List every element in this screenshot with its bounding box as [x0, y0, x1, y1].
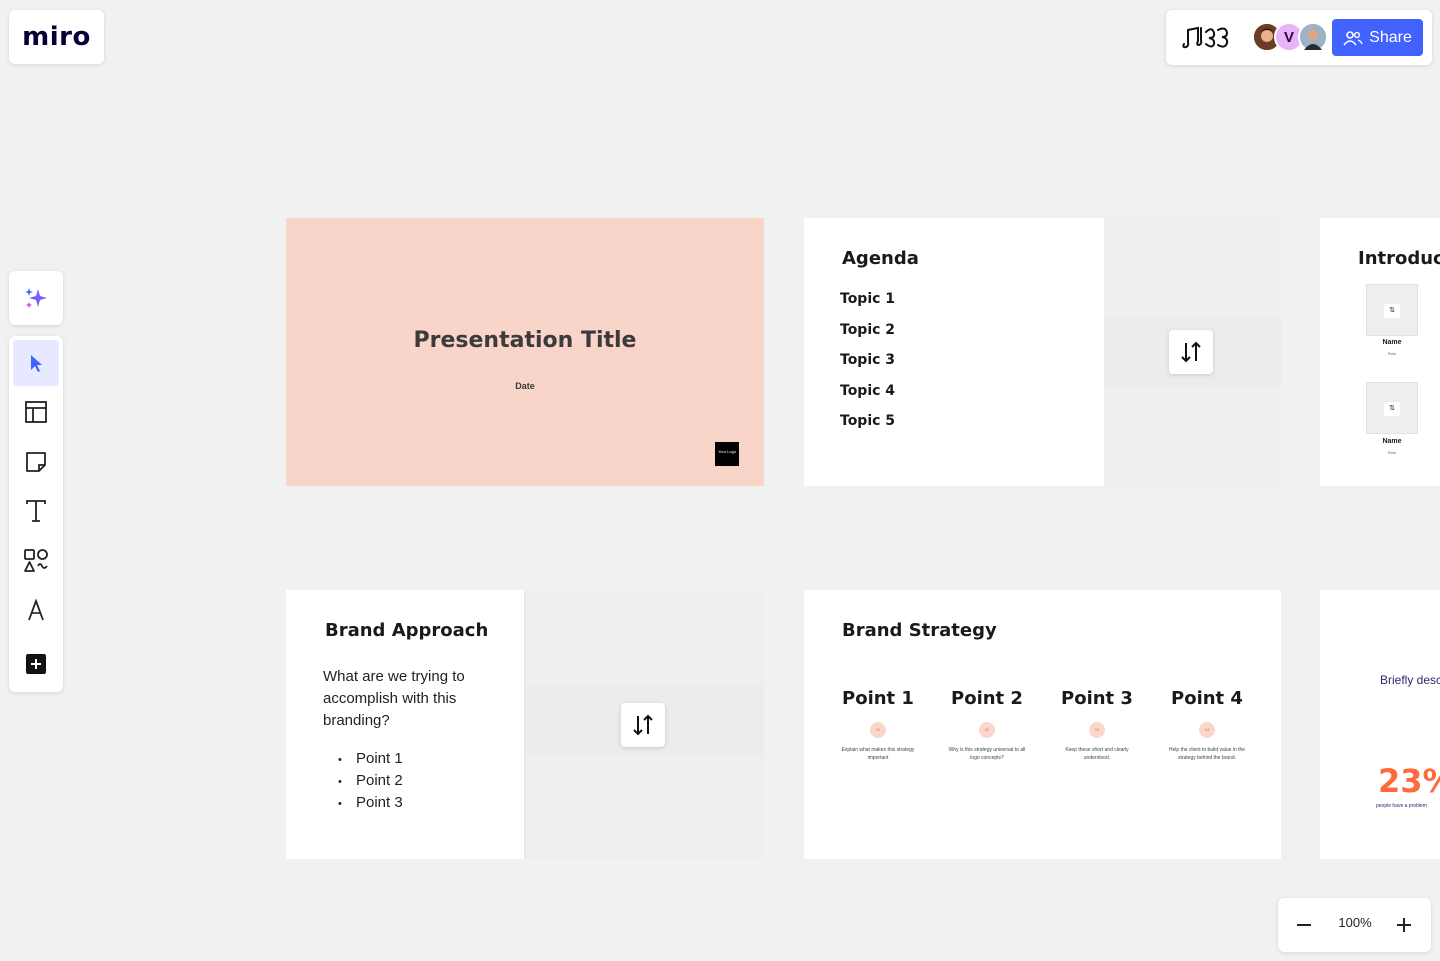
brand-approach-title: Brand Approach — [325, 620, 489, 641]
left-toolbar — [9, 336, 63, 692]
brand-approach-frame[interactable]: Brand Approach What are we trying to acc… — [286, 590, 764, 859]
brand-approach-question: What are we trying to accomplish with th… — [323, 668, 465, 729]
pen-tool[interactable] — [13, 587, 59, 633]
person-role: Role — [1387, 450, 1397, 455]
brand-strategy-frame[interactable]: Brand Strategy Point 1 01 Explain what m… — [804, 590, 1281, 859]
big-statistic: 23% — [1378, 762, 1440, 800]
agenda-topic: Topic 2 — [840, 321, 896, 338]
person-name: Name — [1382, 438, 1402, 445]
strategy-point: Point 2 02 Why is this strategy universa… — [947, 688, 1027, 762]
pen-icon — [28, 598, 44, 621]
point-description: Help the client to build value in the st… — [1168, 747, 1246, 761]
agenda-topic: Topic 4 — [840, 382, 896, 399]
point-description: Keep these short and clearly understood. — [1065, 747, 1129, 761]
zoom-controls: 100% — [1278, 898, 1431, 952]
share-button[interactable]: Share — [1332, 19, 1423, 56]
swap-arrows-icon: ⇅ — [1384, 402, 1400, 416]
agenda-list: Topic 1 Topic 2 Topic 3 Topic 4 Topic 5 — [840, 291, 895, 444]
point-number: 04 — [1199, 722, 1215, 738]
point-number: 03 — [1089, 722, 1105, 738]
collaborator-avatar[interactable] — [1298, 22, 1328, 52]
stat-frame[interactable]: Briefly desc depth, brea 23% people have… — [1320, 590, 1440, 859]
zoom-level[interactable]: 100% — [1330, 915, 1380, 930]
logo-text: miro — [22, 22, 91, 52]
point-title: Point 3 — [1061, 688, 1133, 709]
sparkle-icon — [25, 288, 47, 308]
bullet-point: Point 2 — [338, 772, 403, 794]
image-placeholder[interactable] — [1104, 218, 1281, 486]
statistic-caption: people have a problem — [1376, 803, 1427, 809]
agenda-topic: Topic 1 — [840, 291, 896, 307]
strategy-point: Point 4 04 Help the client to build valu… — [1167, 688, 1247, 762]
brand-strategy-title: Brand Strategy — [842, 620, 997, 641]
cursor-icon — [31, 355, 42, 372]
presentation-date: Date — [515, 381, 535, 391]
image-placeholder[interactable] — [524, 590, 764, 859]
bullet-point: Point 3 — [338, 794, 403, 816]
templates-tool[interactable] — [13, 389, 59, 435]
add-more-tool[interactable] — [13, 641, 59, 687]
point-title: Point 4 — [1171, 688, 1243, 709]
replace-image-button[interactable] — [621, 703, 665, 747]
shapes-icon — [24, 549, 48, 572]
person-name: Name — [1382, 339, 1402, 346]
introduction-frame[interactable]: Introduct ⇅ Name Role ⇅ Name Role — [1320, 218, 1440, 486]
strategy-point: Point 1 01 Explain what makes this strat… — [838, 688, 918, 762]
text-tool[interactable] — [13, 488, 59, 534]
shapes-tool[interactable] — [13, 538, 59, 584]
miro-logo[interactable]: miro — [9, 10, 104, 64]
people-icon — [1343, 30, 1363, 46]
agenda-frame[interactable]: Agenda Topic 1 Topic 2 Topic 3 Topic 4 T… — [804, 218, 1281, 486]
point-description: Why is this strategy universal to all lo… — [948, 747, 1026, 761]
person-photo-placeholder[interactable]: ⇅ — [1366, 284, 1418, 336]
bullet-point: Point 1 — [338, 750, 403, 772]
replace-image-button[interactable] — [1169, 330, 1213, 374]
agenda-topic: Topic 3 — [840, 352, 896, 368]
agenda-topic: Topic 5 — [840, 413, 896, 429]
share-label: Share — [1369, 28, 1412, 46]
text-icon — [26, 500, 46, 522]
top-right-bar: V Share — [1166, 10, 1432, 65]
point-number: 02 — [979, 722, 995, 738]
title-slide-frame[interactable]: Presentation Title Date Your Logo — [286, 218, 764, 486]
swap-arrows-icon: ⇅ — [1384, 304, 1400, 318]
person-role: Role — [1387, 351, 1397, 356]
brief-description: Briefly desc depth, brea — [1380, 673, 1440, 687]
sticky-note-tool[interactable] — [13, 439, 59, 485]
strategy-point: Point 3 03 Keep these short and clearly … — [1057, 688, 1137, 762]
introduction-title: Introduct — [1358, 248, 1440, 269]
person-photo-icon — [1300, 24, 1326, 50]
point-description: Explain what makes this strategy importa… — [841, 747, 915, 761]
plus-square-icon — [26, 654, 46, 674]
presentation-title: Presentation Title — [413, 328, 637, 353]
swap-arrows-icon — [1181, 341, 1201, 363]
select-tool[interactable] — [13, 340, 59, 386]
point-title: Point 2 — [951, 688, 1023, 709]
sticky-note-icon — [26, 452, 46, 472]
zoom-in-button[interactable] — [1386, 907, 1422, 943]
agenda-title: Agenda — [842, 248, 919, 269]
zoom-out-button[interactable] — [1286, 907, 1322, 943]
board-logo-icon[interactable] — [1180, 24, 1232, 50]
minus-icon — [1297, 924, 1311, 926]
ai-assist-button[interactable] — [9, 271, 63, 325]
logo-placeholder: Your Logo — [715, 442, 739, 466]
layout-icon — [25, 401, 47, 423]
point-number: 01 — [870, 722, 886, 738]
brand-approach-points: Point 1 Point 2 Point 3 — [338, 750, 403, 816]
swap-arrows-icon — [633, 714, 653, 736]
person-photo-placeholder[interactable]: ⇅ — [1366, 382, 1418, 434]
point-title: Point 1 — [842, 688, 914, 709]
plus-icon — [1397, 918, 1411, 932]
